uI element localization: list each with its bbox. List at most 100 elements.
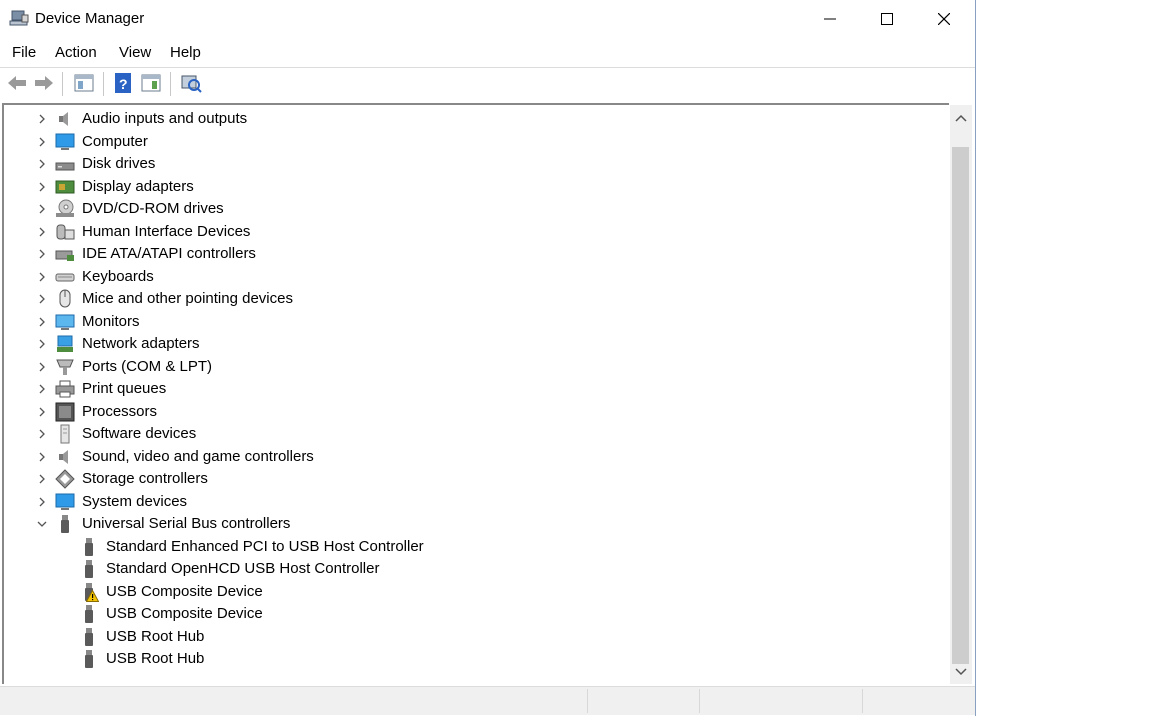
vertical-scrollbar[interactable] <box>950 105 972 684</box>
tree-node-mice[interactable]: Mice and other pointing devices <box>4 288 944 310</box>
menu-view[interactable]: View <box>119 44 151 61</box>
usb-device-item[interactable]: USB Composite Device <box>4 603 944 625</box>
tree-node-label: Human Interface Devices <box>82 222 251 240</box>
chevron-right-icon[interactable] <box>36 293 48 305</box>
speaker-icon <box>59 449 68 464</box>
chevron-right-icon[interactable] <box>36 271 48 283</box>
tree-node-label: USB Composite Device <box>106 605 263 622</box>
disk-drive-icon <box>55 162 75 171</box>
chevron-right-icon[interactable] <box>36 383 48 395</box>
usb-device-item-warning[interactable]: USB Composite Device <box>4 581 944 603</box>
display-adapter-icon <box>55 180 75 193</box>
menu-bar: File Action View Help <box>0 38 975 66</box>
scroll-up-icon[interactable] <box>955 113 967 123</box>
properties-icon[interactable] <box>73 72 95 94</box>
tree-node-label: Standard OpenHCD USB Host Controller <box>106 560 380 577</box>
chevron-right-icon[interactable] <box>36 361 48 373</box>
chevron-right-icon[interactable] <box>36 136 48 148</box>
usb-icon <box>61 515 69 533</box>
usb-device-item[interactable]: USB Root Hub <box>4 648 944 670</box>
tree-node-label: Display adapters <box>82 177 194 195</box>
processor-icon <box>55 402 75 421</box>
tree-node-computer[interactable]: Computer <box>4 131 944 153</box>
tree-node-label: IDE ATA/ATAPI controllers <box>82 245 256 262</box>
chevron-right-icon[interactable] <box>36 158 48 170</box>
tree-node-label: Monitors <box>82 312 140 330</box>
help-icon[interactable]: ? <box>112 72 134 94</box>
close-button[interactable] <box>916 0 973 38</box>
status-divider <box>862 689 863 713</box>
tree-node-label: USB Composite Device <box>106 582 263 600</box>
usb-device-item[interactable]: Standard Enhanced PCI to USB Host Contro… <box>4 536 944 558</box>
tree-node-label: Sound, video and game controllers <box>82 447 314 465</box>
network-adapter-icon <box>57 335 73 352</box>
status-bar <box>0 686 975 715</box>
forward-arrow-icon[interactable] <box>33 72 55 94</box>
status-divider <box>699 689 700 713</box>
monitor-icon <box>55 133 75 150</box>
tree-node-processors[interactable]: Processors <box>4 401 944 423</box>
tree-node-ports[interactable]: Ports (COM & LPT) <box>4 356 944 378</box>
tree-node-label: Keyboards <box>82 267 154 285</box>
menu-help[interactable]: Help <box>170 44 201 61</box>
device-tree[interactable]: Audio inputs and outputs Computer Disk d… <box>2 103 949 684</box>
tree-node-sound-video-game[interactable]: Sound, video and game controllers <box>4 446 944 468</box>
minimize-icon <box>824 18 836 20</box>
usb-device-item[interactable]: USB Root Hub <box>4 626 944 648</box>
chevron-right-icon[interactable] <box>36 113 48 125</box>
tree-node-print-queues[interactable]: Print queues <box>4 378 944 400</box>
menu-action[interactable]: Action <box>55 44 97 61</box>
title-bar[interactable]: Device Manager <box>0 0 975 38</box>
chevron-right-icon[interactable] <box>36 226 48 238</box>
hid-icon <box>56 224 75 239</box>
tree-node-keyboards[interactable]: Keyboards <box>4 266 944 288</box>
tree-node-label: Audio inputs and outputs <box>82 110 248 127</box>
chevron-right-icon[interactable] <box>36 316 48 328</box>
tree-node-label: USB Root Hub <box>106 627 205 645</box>
console-icon[interactable] <box>140 72 162 94</box>
tree-node-hid[interactable]: Human Interface Devices <box>4 221 944 243</box>
tree-node-usb-controllers[interactable]: Universal Serial Bus controllers <box>4 513 944 535</box>
toolbar: ? <box>0 67 975 100</box>
chevron-right-icon[interactable] <box>36 338 48 350</box>
usb-device-icon <box>85 537 93 556</box>
tree-node-label: Print queues <box>82 380 167 397</box>
close-icon <box>938 13 950 25</box>
usb-device-item[interactable]: Standard OpenHCD USB Host Controller <box>4 558 944 580</box>
chevron-down-icon[interactable] <box>36 518 48 530</box>
chevron-right-icon[interactable] <box>36 496 48 508</box>
tree-node-audio[interactable]: Audio inputs and outputs <box>4 108 944 130</box>
back-arrow-icon[interactable] <box>6 72 28 94</box>
tree-node-network-adapters[interactable]: Network adapters <box>4 333 944 355</box>
maximize-button[interactable] <box>859 0 916 38</box>
status-divider <box>587 689 588 713</box>
scroll-down-icon[interactable] <box>955 667 967 677</box>
chevron-right-icon[interactable] <box>36 428 48 440</box>
tree-node-label: Network adapters <box>82 335 200 352</box>
minimize-button[interactable] <box>802 0 859 38</box>
mouse-icon <box>59 289 71 308</box>
tree-node-label: Storage controllers <box>82 470 208 487</box>
tree-node-disk-drives[interactable]: Disk drives <box>4 153 944 175</box>
chevron-right-icon[interactable] <box>36 181 48 193</box>
chevron-right-icon[interactable] <box>36 406 48 418</box>
tree-node-dvd-drives[interactable]: DVD/CD-ROM drives <box>4 198 944 220</box>
scan-hardware-icon[interactable] <box>180 72 202 94</box>
monitor-icon <box>55 493 75 510</box>
tree-node-ide-controllers[interactable]: IDE ATA/ATAPI controllers <box>4 243 944 265</box>
ide-controller-icon <box>55 250 74 261</box>
tree-node-storage-controllers[interactable]: Storage controllers <box>4 468 944 490</box>
tree-node-monitors[interactable]: Monitors <box>4 311 944 333</box>
chevron-right-icon[interactable] <box>36 248 48 260</box>
menu-file[interactable]: File <box>12 44 36 61</box>
scrollbar-thumb[interactable] <box>952 147 969 664</box>
port-icon <box>56 359 74 375</box>
chevron-right-icon[interactable] <box>36 451 48 463</box>
tree-node-software-devices[interactable]: Software devices <box>4 423 944 445</box>
tree-node-display-adapters[interactable]: Display adapters <box>4 176 944 198</box>
chevron-right-icon[interactable] <box>36 473 48 485</box>
tree-node-system-devices[interactable]: System devices <box>4 491 944 513</box>
chevron-right-icon[interactable] <box>36 203 48 215</box>
speaker-icon <box>59 112 68 126</box>
toolbar-separator <box>103 72 104 96</box>
